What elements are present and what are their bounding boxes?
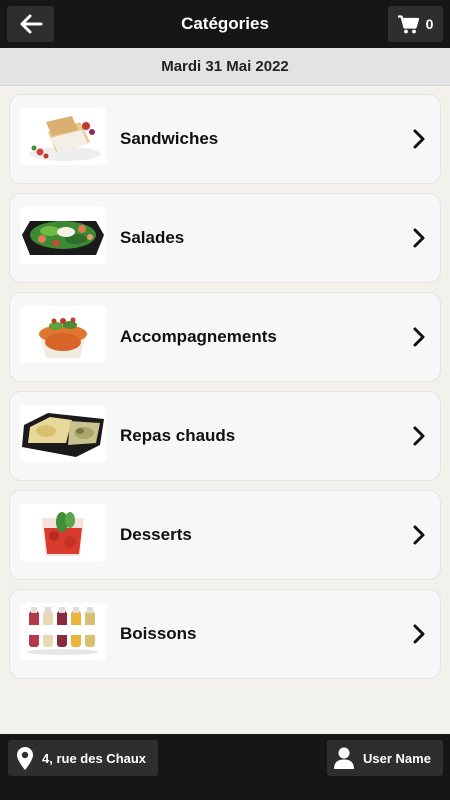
category-label: Boissons (120, 624, 197, 643)
drinks-image (20, 603, 106, 660)
category-item-sandwiches[interactable]: Sandwiches (9, 94, 441, 184)
category-label: Repas chauds (120, 426, 236, 445)
category-item-accompagnements[interactable]: Accompagnements (9, 292, 441, 382)
category-label: Accompagnements (120, 327, 277, 346)
category-item-repas-chauds[interactable]: Repas chauds (9, 391, 441, 481)
chevron-right-icon (413, 327, 425, 347)
user-button[interactable]: User Name (327, 740, 443, 776)
cart-count: 0 (425, 16, 434, 32)
category-label: Sandwiches (120, 129, 219, 148)
map-pin-icon (17, 746, 33, 770)
category-list: Sandwiches Salades Accompagnements Repas… (9, 94, 441, 688)
bottom-bar: 4, rue des Chaux User Name (0, 734, 450, 800)
arrow-left-icon (20, 14, 42, 34)
page-title: Catégories (181, 14, 269, 33)
cart-button[interactable]: 0 (388, 6, 443, 42)
top-bar: Catégories 0 (0, 0, 450, 48)
back-button[interactable] (7, 6, 54, 42)
hot-meal-image (20, 405, 106, 462)
side-dish-image (20, 306, 106, 363)
chevron-right-icon (413, 129, 425, 149)
category-label: Salades (120, 228, 185, 247)
location-button[interactable]: 4, rue des Chaux (8, 740, 158, 776)
chevron-right-icon (413, 525, 425, 545)
sandwich-image (20, 108, 106, 165)
category-item-boissons[interactable]: Boissons (9, 589, 441, 679)
chevron-right-icon (413, 426, 425, 446)
cart-icon (397, 14, 419, 33)
location-label: 4, rue des Chaux (42, 750, 147, 766)
chevron-right-icon (413, 624, 425, 644)
user-label: User Name (363, 750, 431, 766)
user-icon (334, 747, 354, 769)
category-item-salades[interactable]: Salades (9, 193, 441, 283)
chevron-right-icon (413, 228, 425, 248)
date-bar: Mardi 31 Mai 2022 (0, 48, 450, 86)
dessert-image (20, 504, 106, 561)
salad-image (20, 207, 106, 264)
category-label: Desserts (120, 525, 192, 544)
category-item-desserts[interactable]: Desserts (9, 490, 441, 580)
